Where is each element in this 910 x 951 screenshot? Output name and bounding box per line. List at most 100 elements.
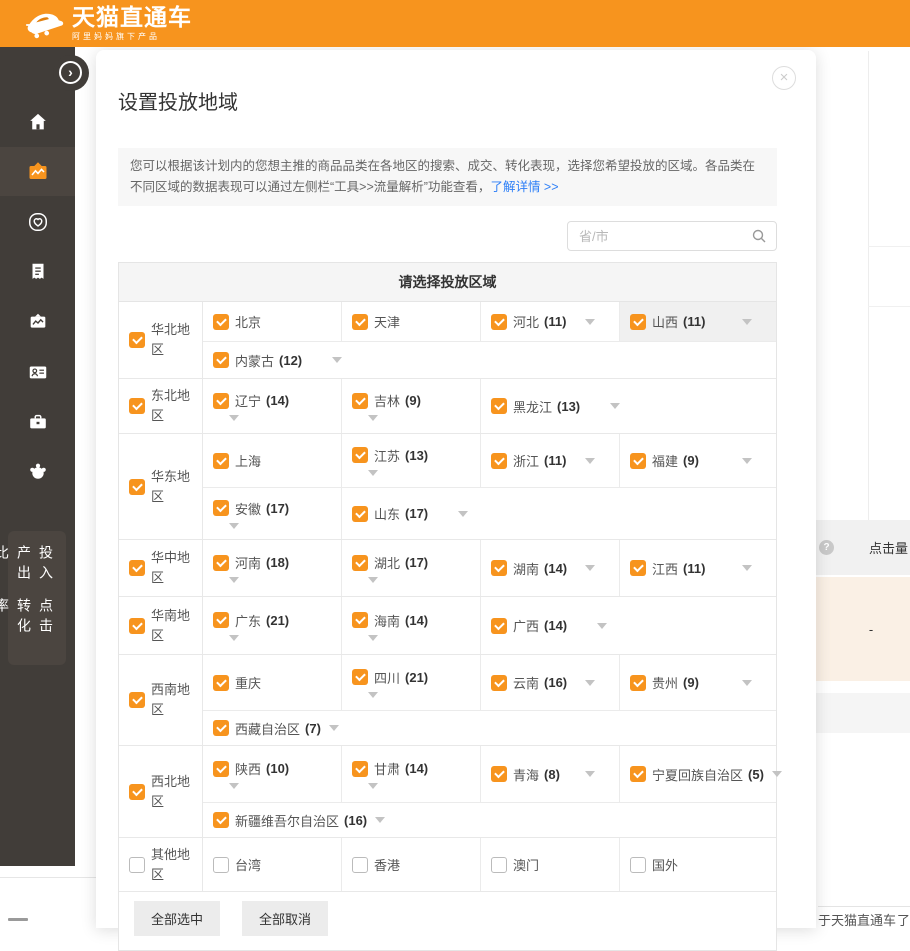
checkbox-icon[interactable] bbox=[213, 675, 229, 691]
metrics-quick-panel[interactable]: 投入产出比 点击转化率 bbox=[8, 531, 66, 665]
chevron-down-icon[interactable] bbox=[585, 319, 595, 325]
sidebar-item-3[interactable] bbox=[0, 197, 75, 246]
province-cell[interactable]: 福建(9) bbox=[620, 434, 776, 487]
metric-roi-label[interactable]: 投入产出比 bbox=[17, 545, 57, 598]
province-cell[interactable]: 江西(11) bbox=[620, 540, 776, 596]
chevron-down-icon[interactable] bbox=[229, 577, 239, 583]
province-cell[interactable]: 辽宁(14) bbox=[203, 379, 342, 433]
learn-more-link[interactable]: 了解详情 >> bbox=[490, 180, 558, 194]
province-cell[interactable]: 甘肃(14) bbox=[342, 746, 481, 802]
chevron-down-icon[interactable] bbox=[610, 403, 620, 409]
checkbox-icon[interactable] bbox=[129, 692, 145, 708]
sidebar-item-6[interactable] bbox=[0, 347, 75, 396]
checkbox-icon[interactable] bbox=[491, 314, 507, 330]
province-cell[interactable]: 云南(16) bbox=[481, 655, 620, 710]
checkbox-icon[interactable] bbox=[213, 761, 229, 777]
checkbox-icon[interactable] bbox=[630, 453, 646, 469]
checkbox-icon[interactable] bbox=[213, 393, 229, 409]
checkbox-icon[interactable] bbox=[352, 761, 368, 777]
checkbox-icon[interactable] bbox=[352, 506, 368, 522]
chevron-down-icon[interactable] bbox=[597, 623, 607, 629]
region-checkbox[interactable]: 西南地区 bbox=[119, 655, 203, 745]
province-cell[interactable]: 安徽(17) bbox=[203, 488, 342, 539]
province-cell[interactable]: 天津 bbox=[342, 302, 481, 341]
province-cell[interactable]: 湖北(17) bbox=[342, 540, 481, 596]
checkbox-icon[interactable] bbox=[352, 555, 368, 571]
province-cell[interactable]: 宁夏回族自治区(5) bbox=[620, 746, 776, 802]
chevron-down-icon[interactable] bbox=[368, 635, 378, 641]
checkbox-icon[interactable] bbox=[630, 314, 646, 330]
collapsed-widget-dash[interactable] bbox=[8, 918, 28, 921]
province-cell[interactable]: 广西(14) bbox=[481, 597, 776, 654]
province-cell[interactable]: 国外 bbox=[620, 838, 776, 891]
chevron-down-icon[interactable] bbox=[229, 415, 239, 421]
province-cell[interactable]: 台湾 bbox=[203, 838, 342, 891]
select-all-button[interactable]: 全部选中 bbox=[134, 901, 220, 936]
checkbox-icon[interactable] bbox=[630, 857, 646, 873]
checkbox-icon[interactable] bbox=[213, 352, 229, 368]
region-checkbox[interactable]: 华中地区 bbox=[119, 540, 203, 596]
chevron-down-icon[interactable] bbox=[585, 771, 595, 777]
checkbox-icon[interactable] bbox=[630, 560, 646, 576]
region-checkbox[interactable]: 华北地区 bbox=[119, 302, 203, 378]
province-cell[interactable]: 香港 bbox=[342, 838, 481, 891]
province-cell[interactable]: 上海 bbox=[203, 434, 342, 487]
checkbox-icon[interactable] bbox=[129, 332, 145, 348]
chevron-down-icon[interactable] bbox=[458, 511, 468, 517]
checkbox-icon[interactable] bbox=[129, 857, 145, 873]
chevron-down-icon[interactable] bbox=[585, 680, 595, 686]
province-cell[interactable]: 陕西(10) bbox=[203, 746, 342, 802]
deselect-all-button[interactable]: 全部取消 bbox=[242, 901, 328, 936]
chevron-down-icon[interactable] bbox=[229, 523, 239, 529]
search-input[interactable] bbox=[577, 228, 751, 245]
province-cell[interactable]: 西藏自治区(7) bbox=[203, 711, 776, 745]
province-cell[interactable]: 内蒙古(12) bbox=[203, 342, 776, 378]
checkbox-icon[interactable] bbox=[352, 612, 368, 628]
checkbox-icon[interactable] bbox=[491, 560, 507, 576]
province-cell[interactable]: 贵州(9) bbox=[620, 655, 776, 710]
close-icon[interactable]: × bbox=[772, 66, 796, 90]
region-checkbox[interactable]: 华东地区 bbox=[119, 434, 203, 539]
province-cell[interactable]: 四川(21) bbox=[342, 655, 481, 710]
checkbox-icon[interactable] bbox=[491, 453, 507, 469]
province-cell[interactable]: 新疆维吾尔自治区(16) bbox=[203, 803, 776, 837]
checkbox-icon[interactable] bbox=[213, 453, 229, 469]
chevron-down-icon[interactable] bbox=[229, 635, 239, 641]
sidebar-item-2[interactable] bbox=[0, 147, 75, 196]
checkbox-icon[interactable] bbox=[129, 618, 145, 634]
checkbox-icon[interactable] bbox=[630, 766, 646, 782]
search-icon[interactable] bbox=[751, 228, 767, 244]
chevron-down-icon[interactable] bbox=[772, 771, 782, 777]
chevron-down-icon[interactable] bbox=[742, 319, 752, 325]
checkbox-icon[interactable] bbox=[491, 618, 507, 634]
checkbox-icon[interactable] bbox=[352, 314, 368, 330]
checkbox-icon[interactable] bbox=[491, 398, 507, 414]
help-icon[interactable]: ? bbox=[819, 540, 834, 555]
sidebar-item-4[interactable] bbox=[0, 247, 75, 296]
chevron-down-icon[interactable] bbox=[332, 357, 342, 363]
chevron-down-icon[interactable] bbox=[368, 577, 378, 583]
chevron-down-icon[interactable] bbox=[742, 680, 752, 686]
chevron-down-icon[interactable] bbox=[585, 565, 595, 571]
checkbox-icon[interactable] bbox=[491, 766, 507, 782]
checkbox-icon[interactable] bbox=[213, 500, 229, 516]
chevron-down-icon[interactable] bbox=[368, 692, 378, 698]
checkbox-icon[interactable] bbox=[352, 669, 368, 685]
sidebar-item-1[interactable] bbox=[0, 97, 75, 146]
province-cell[interactable]: 澳门 bbox=[481, 838, 620, 891]
checkbox-icon[interactable] bbox=[213, 857, 229, 873]
checkbox-icon[interactable] bbox=[213, 314, 229, 330]
checkbox-icon[interactable] bbox=[352, 447, 368, 463]
expand-sidebar-button[interactable]: › bbox=[59, 61, 82, 84]
chevron-down-icon[interactable] bbox=[585, 458, 595, 464]
chevron-down-icon[interactable] bbox=[229, 783, 239, 789]
sidebar-item-7[interactable] bbox=[0, 397, 75, 446]
province-cell[interactable]: 广东(21) bbox=[203, 597, 342, 654]
checkbox-icon[interactable] bbox=[129, 560, 145, 576]
checkbox-icon[interactable] bbox=[213, 720, 229, 736]
region-checkbox[interactable]: 华南地区 bbox=[119, 597, 203, 654]
province-cell[interactable]: 青海(8) bbox=[481, 746, 620, 802]
province-cell[interactable]: 吉林(9) bbox=[342, 379, 481, 433]
checkbox-icon[interactable] bbox=[213, 555, 229, 571]
region-checkbox[interactable]: 西北地区 bbox=[119, 746, 203, 837]
